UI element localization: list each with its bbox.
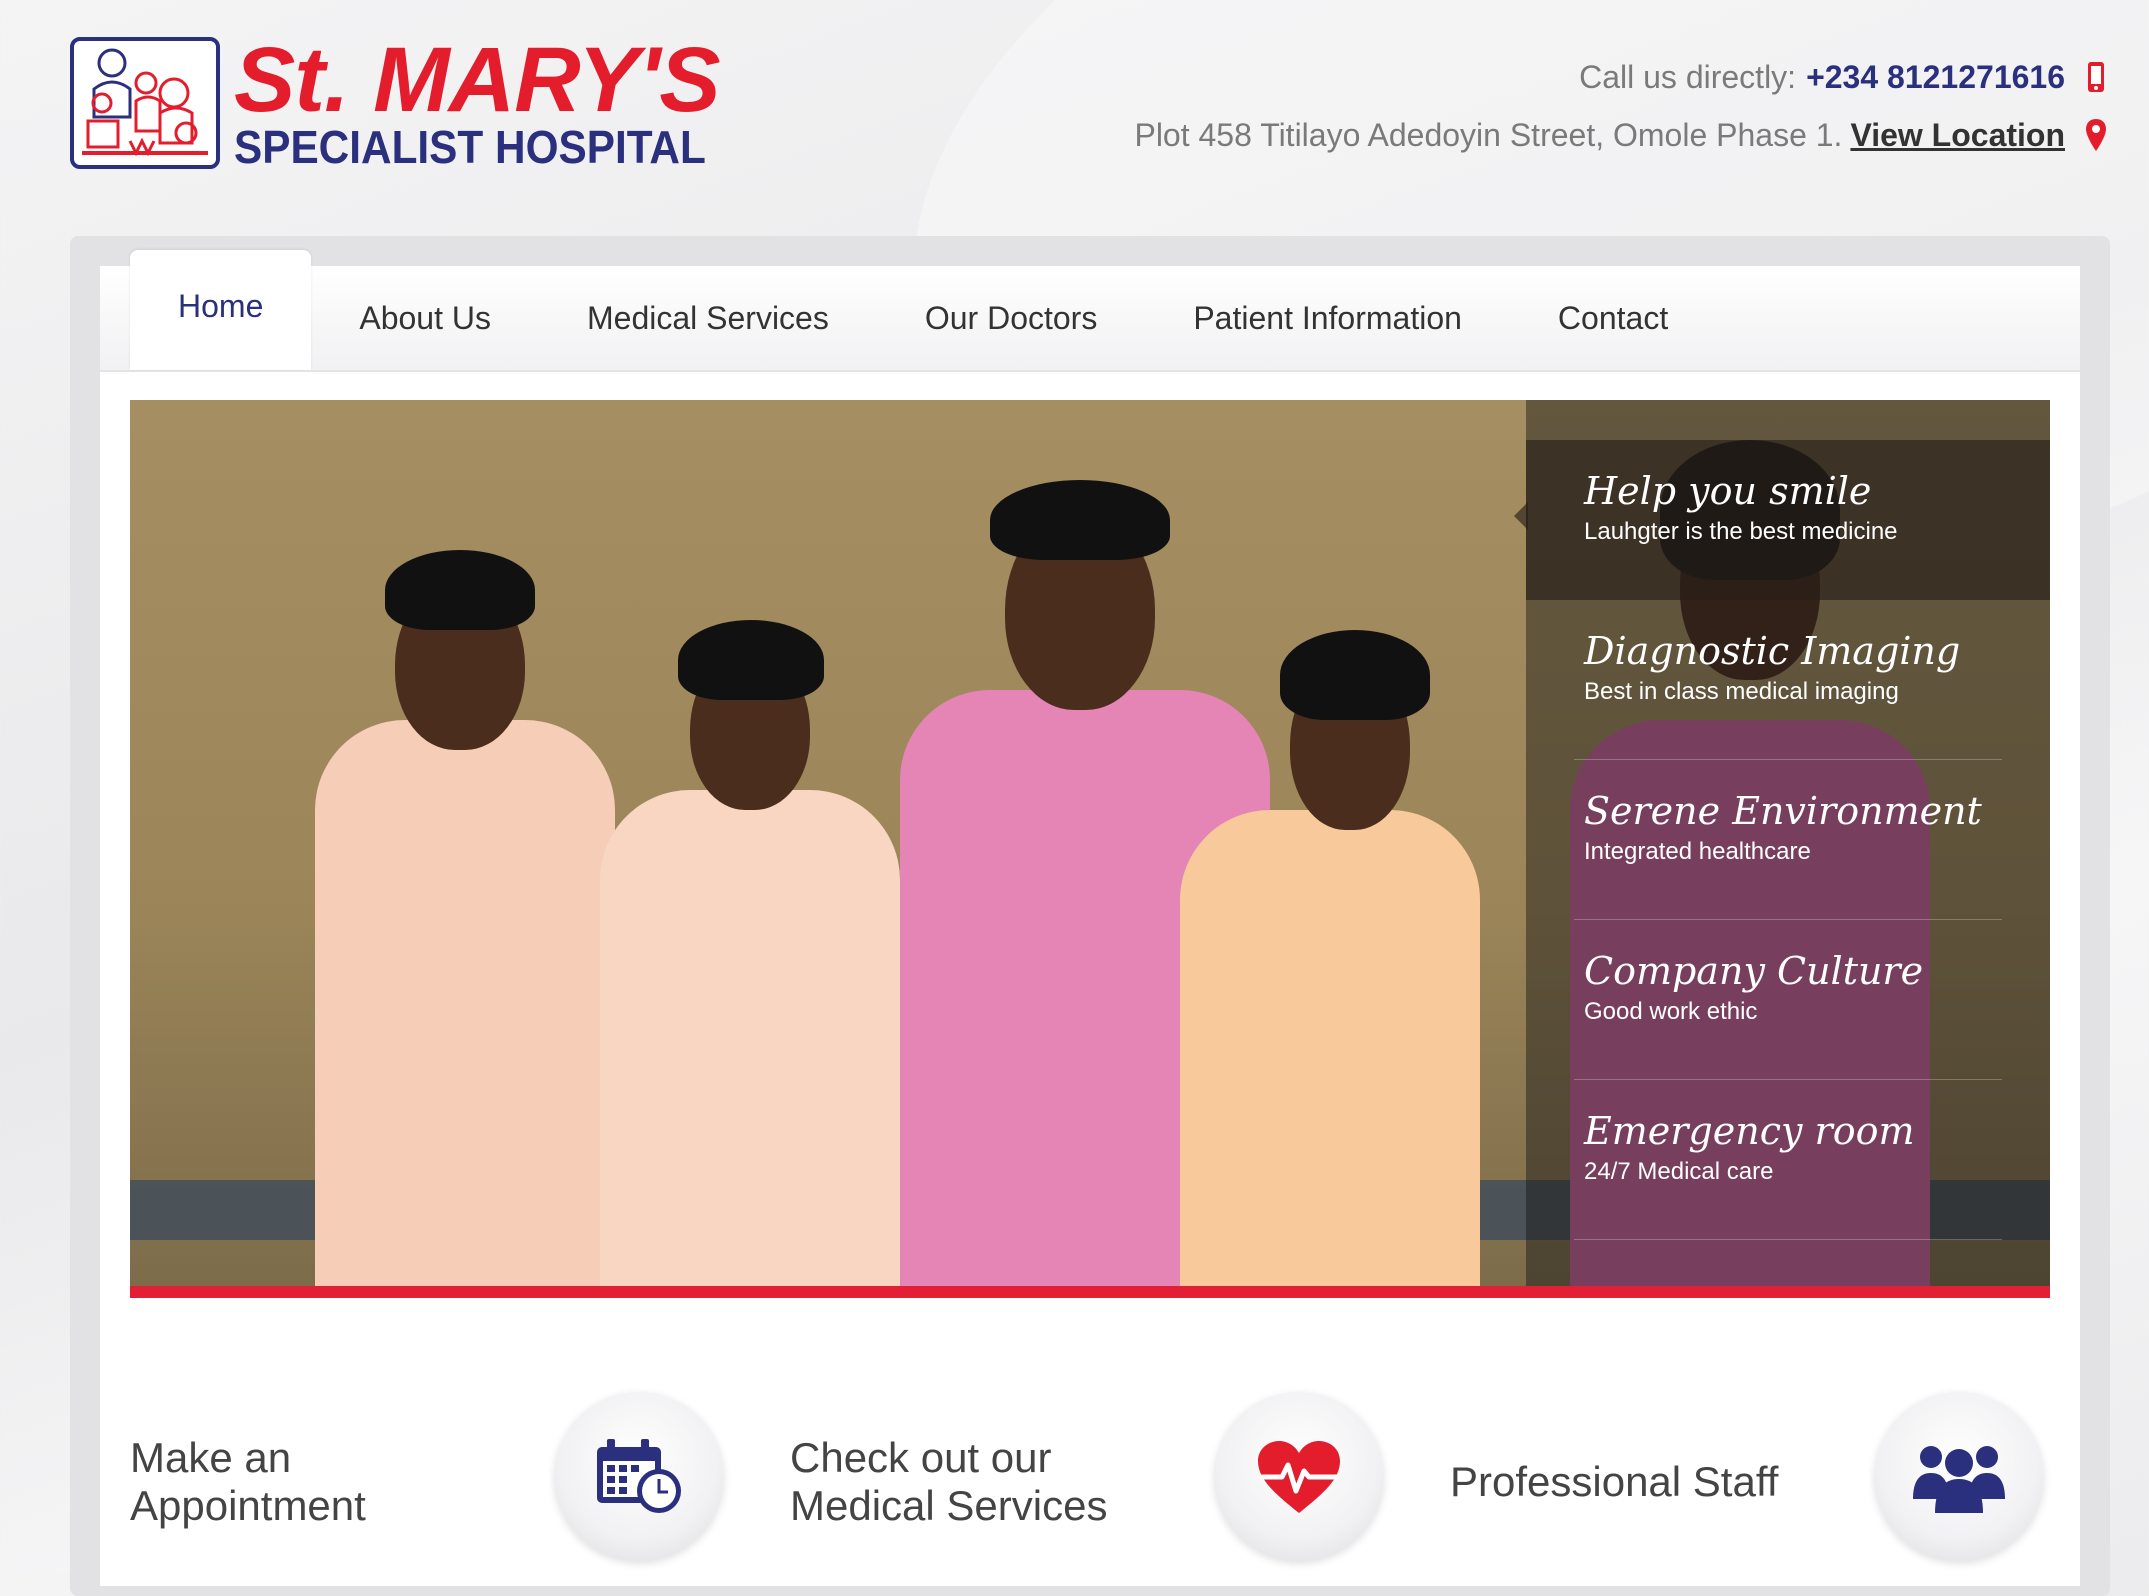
feature-title-line1: Check out our: [790, 1434, 1052, 1481]
nav-patient-information[interactable]: Patient Information: [1145, 266, 1510, 370]
slide-subtitle: Best in class medical imaging: [1584, 678, 1899, 705]
feature-medical-services[interactable]: Check out our Medical Services: [790, 1392, 1390, 1572]
slide-divider: [1574, 1239, 2002, 1240]
slide-subtitle: Lauhgter is the best medicine: [1584, 518, 1898, 545]
nav-about-us[interactable]: About Us: [311, 266, 539, 370]
feature-title-line1: Professional Staff: [1450, 1458, 1779, 1505]
slide-caption-3[interactable]: Serene Environment Integrated healthcare: [1526, 760, 2050, 920]
slide-subtitle: Integrated healthcare: [1584, 838, 1811, 865]
call-label: Call us directly:: [1579, 58, 1797, 95]
slide-subtitle: Good work ethic: [1584, 998, 1758, 1025]
heartbeat-icon[interactable]: [1214, 1392, 1384, 1562]
logo-title: St. MARY'S: [234, 29, 721, 131]
slide-title: Help you smile: [1584, 469, 1872, 513]
content-area: Home About Us Medical Services Our Docto…: [100, 250, 2080, 1586]
feature-title-line2: Appointment: [130, 1482, 366, 1529]
nav-home[interactable]: Home: [130, 250, 312, 370]
slide-subtitle: 24/7 Medical care: [1584, 1158, 1774, 1185]
calendar-clock-icon[interactable]: [554, 1392, 724, 1562]
phone-line: Call us directly: +234 8121271616: [1134, 52, 2109, 102]
staff-photo-person-1: [305, 470, 625, 1298]
slide-title: Diagnostic Imaging: [1584, 629, 1961, 673]
feature-title-line1: Make an: [130, 1434, 292, 1481]
staff-photo-person-4: [1180, 610, 1490, 1298]
logo-emblem-icon: [70, 37, 220, 169]
active-slide-arrow-icon: [1514, 502, 1528, 530]
feature-title-line2: Medical Services: [790, 1482, 1108, 1529]
logo-subtitle: SPECIALIST HOSPITAL: [234, 121, 706, 173]
slide-caption-4[interactable]: Company Culture Good work ethic: [1526, 920, 2050, 1080]
slider-captions: Help you smile Lauhgter is the best medi…: [1514, 400, 2050, 1286]
slide-caption-1[interactable]: Help you smile Lauhgter is the best medi…: [1514, 440, 2050, 600]
address-line: Plot 458 Titilayo Adedoyin Street, Omole…: [1134, 110, 2109, 160]
users-group-icon[interactable]: [1874, 1392, 2044, 1562]
header-contact: Call us directly: +234 8121271616 Plot 4…: [1134, 52, 2109, 168]
staff-photo-person-2: [600, 590, 900, 1298]
nav-contact[interactable]: Contact: [1510, 266, 1716, 370]
main-nav: Home About Us Medical Services Our Docto…: [100, 250, 2080, 372]
map-pin-icon: [2083, 118, 2109, 152]
hero-accent-bar: [130, 1286, 2050, 1298]
hospital-logo[interactable]: St. MARY'S SPECIALIST HOSPITAL: [70, 29, 747, 173]
address-text: Plot 458 Titilayo Adedoyin Street, Omole…: [1134, 116, 1843, 153]
phone-number-link[interactable]: +234 8121271616: [1806, 59, 2065, 96]
slide-caption-5[interactable]: Emergency room 24/7 Medical care: [1526, 1080, 2050, 1240]
feature-professional-staff[interactable]: Professional Staff: [1450, 1392, 2050, 1572]
nav-our-doctors[interactable]: Our Doctors: [877, 266, 1145, 370]
slide-caption-2[interactable]: Diagnostic Imaging Best in class medical…: [1526, 600, 2050, 760]
view-location-link[interactable]: View Location: [1850, 117, 2065, 154]
slide-title: Serene Environment: [1584, 789, 1982, 833]
main-panel: Home About Us Medical Services Our Docto…: [70, 236, 2110, 1596]
feature-row: Make an Appointment Check out our Medica…: [130, 1392, 2050, 1572]
hero-slider[interactable]: Help you smile Lauhgter is the best medi…: [130, 400, 2050, 1298]
feature-appointment[interactable]: Make an Appointment: [130, 1392, 730, 1572]
nav-medical-services[interactable]: Medical Services: [539, 266, 877, 370]
slide-title: Emergency room: [1584, 1109, 1915, 1153]
slide-title: Company Culture: [1584, 949, 1924, 993]
mobile-phone-icon: [2083, 61, 2109, 93]
